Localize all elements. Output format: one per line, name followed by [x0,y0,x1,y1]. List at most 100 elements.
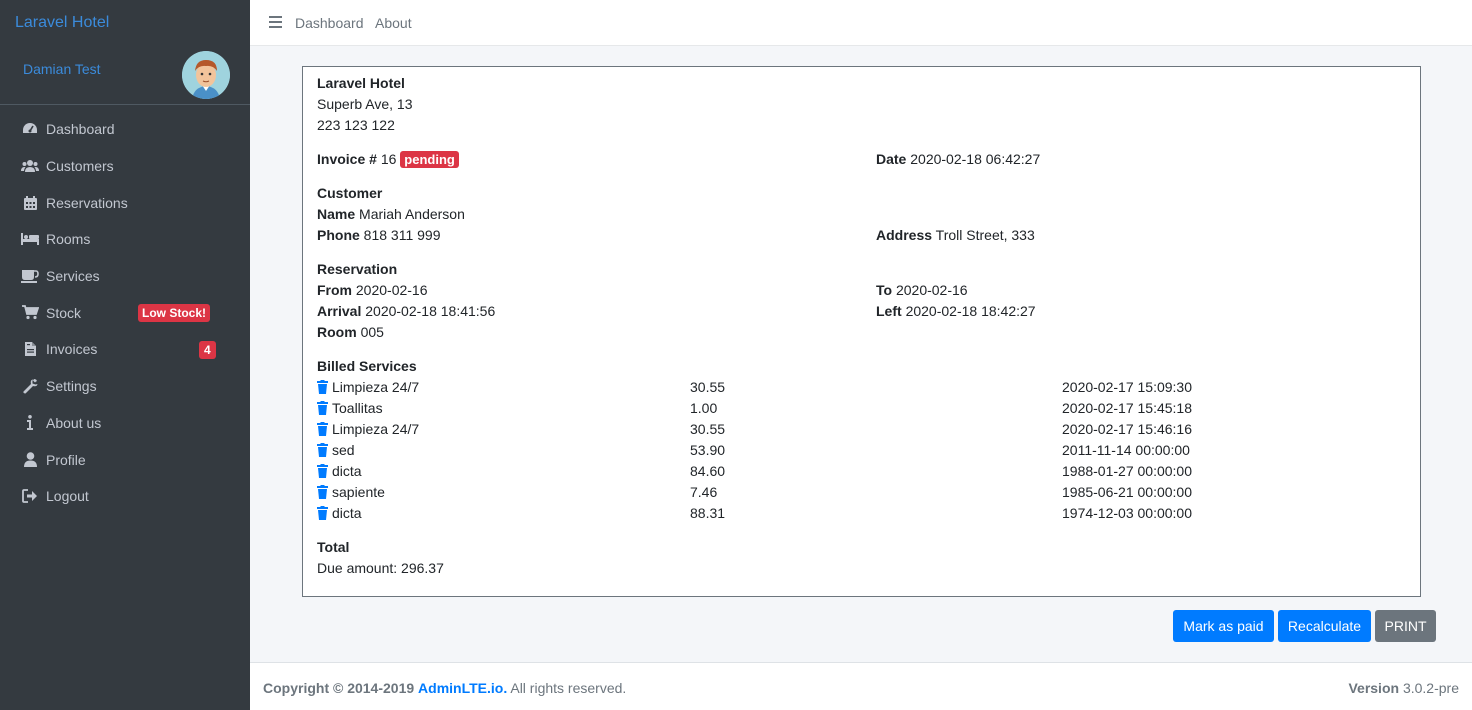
status-badge: pending [400,151,459,168]
due-amount: Due amount: 296.37 [317,560,444,576]
sidebar-item-label: Services [46,268,100,285]
info-icon [21,415,39,431]
sidebar-item-label: Rooms [46,231,91,248]
nav-link-about[interactable]: About [375,15,412,31]
sidebar-item-label: Profile [46,451,86,468]
file-invoice-icon [21,341,39,357]
service-price: 7.46 [690,484,718,500]
reservation-to: To 2020-02-16 [876,282,968,298]
sidebar-item-about[interactable]: About us [0,405,250,442]
service-date: 2011-11-14 00:00:00 [1062,442,1190,458]
sidebar-item-label: Stock [46,304,82,321]
reservation-room: Room 005 [317,324,384,340]
calendar-icon [21,195,39,211]
sidebar-item-label: Invoices [46,341,98,358]
service-date: 1988-01-27 00:00:00 [1062,463,1192,479]
sidebar-item-label: Reservations [46,194,128,211]
nav-link-dashboard[interactable]: Dashboard [295,15,364,31]
sidebar-item-invoices[interactable]: Invoices 4 [0,331,250,368]
brand-link[interactable]: Laravel Hotel [0,0,250,47]
trash-icon[interactable] [317,422,328,436]
customer-heading: Customer [317,185,383,201]
service-price: 88.31 [690,505,726,521]
service-name: sed [317,441,355,459]
sidebar-item-label: Settings [46,378,97,395]
sidebar-item-label: Dashboard [46,121,115,138]
service-name: Toallitas [317,399,383,417]
service-price: 84.60 [690,463,726,479]
footer-copyright: Copyright © 2014-2019 AdminLTE.io. All r… [263,680,627,696]
hotel-phone: 223 123 122 [317,117,395,133]
sidebar-item-customers[interactable]: Customers [0,148,250,185]
sidebar-item-stock[interactable]: Stock Low Stock! [0,294,250,331]
service-name: Limpieza 24/7 [317,378,419,396]
customer-name: Name Mariah Anderson [317,206,465,222]
mark-as-paid-button[interactable]: Mark as paid [1173,610,1274,642]
main-sidebar: Laravel Hotel Damian Test Dashboard Cust… [0,0,250,710]
reservation-arrival: Arrival 2020-02-18 18:41:56 [317,303,496,319]
service-date: 2020-02-17 15:46:16 [1062,421,1192,437]
tachometer-icon [21,121,39,137]
bed-icon [21,231,39,247]
menu-toggle-icon[interactable] [269,16,282,28]
brand-text: Laravel Hotel [15,14,110,31]
reservation-from: From 2020-02-16 [317,282,428,298]
sidebar-nav: Dashboard Customers Reservations Rooms S… [0,105,250,515]
sidebar-item-profile[interactable]: Profile [0,441,250,478]
print-button[interactable]: PRINT [1375,610,1436,642]
service-price: 1.00 [690,400,718,416]
low-stock-badge: Low Stock! [138,304,211,323]
top-navbar: Dashboard About [250,0,1472,46]
service-date: 2020-02-17 15:09:30 [1062,379,1192,395]
trash-icon[interactable] [317,380,328,394]
invoice-date: Date 2020-02-18 06:42:27 [876,151,1041,167]
recalculate-button[interactable]: Recalculate [1278,610,1371,642]
sidebar-item-logout[interactable]: Logout [0,478,250,515]
user-avatar[interactable] [182,51,230,99]
invoice-number: Invoice # 16 pending [317,150,459,168]
trash-icon[interactable] [317,443,328,457]
hotel-address: Superb Ave, 13 [317,96,413,112]
sidebar-item-label: About us [46,414,102,431]
sign-out-icon [21,488,39,504]
wrench-icon [21,378,39,394]
service-date: 1974-12-03 00:00:00 [1062,505,1192,521]
service-name: dicta [317,462,362,480]
sidebar-item-dashboard[interactable]: Dashboard [0,111,250,148]
service-name: Limpieza 24/7 [317,420,419,438]
customer-phone: Phone 818 311 999 [317,227,441,243]
invoices-count-badge: 4 [199,341,216,360]
hotel-name: Laravel Hotel [317,75,405,91]
invoice-card: Laravel Hotel Superb Ave, 13 223 123 122… [302,66,1421,597]
sidebar-item-services[interactable]: Services [0,258,250,295]
trash-icon[interactable] [317,401,328,415]
billed-services-heading: Billed Services [317,358,417,374]
sidebar-item-settings[interactable]: Settings [0,368,250,405]
trash-icon[interactable] [317,464,328,478]
cart-icon [21,305,39,321]
sidebar-item-label: Logout [46,488,89,505]
user-name-link[interactable]: Damian Test [23,61,101,77]
user-panel: Damian Test [0,47,250,105]
service-date: 1985-06-21 00:00:00 [1062,484,1192,500]
service-name: dicta [317,504,362,522]
trash-icon[interactable] [317,485,328,499]
main-footer: Copyright © 2014-2019 AdminLTE.io. All r… [250,662,1472,710]
service-price: 30.55 [690,379,726,395]
footer-version: Version 3.0.2-pre [1348,680,1459,696]
service-date: 2020-02-17 15:45:18 [1062,400,1192,416]
adminlte-link[interactable]: AdminLTE.io. [418,680,507,696]
service-name: sapiente [317,483,385,501]
service-price: 53.90 [690,442,726,458]
reservation-left: Left 2020-02-18 18:42:27 [876,303,1036,319]
users-icon [21,158,39,174]
coffee-icon [21,268,39,284]
total-heading: Total [317,539,350,555]
sidebar-item-reservations[interactable]: Reservations [0,184,250,221]
sidebar-item-rooms[interactable]: Rooms [0,221,250,258]
reservation-heading: Reservation [317,261,398,277]
service-price: 30.55 [690,421,726,437]
user-icon [21,452,39,468]
trash-icon[interactable] [317,506,328,520]
customer-address: Address Troll Street, 333 [876,227,1035,243]
